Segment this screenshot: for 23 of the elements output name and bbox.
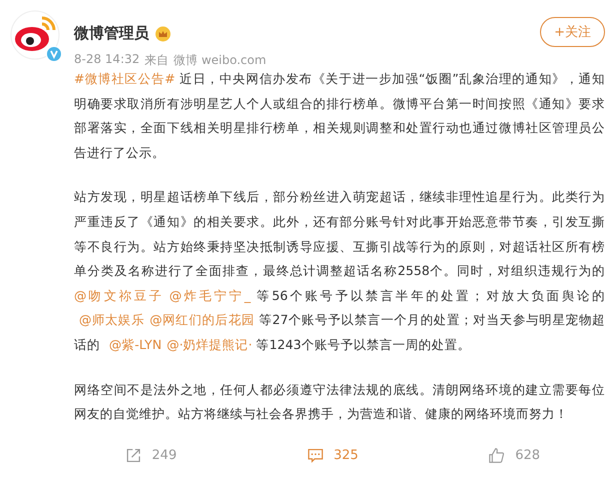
source-prefix: 来自 <box>144 52 169 69</box>
action-count: 628 <box>515 448 540 463</box>
author-name[interactable]: 微博管理员 <box>74 24 149 43</box>
post-source[interactable]: 微博 weibo.com <box>174 52 266 69</box>
crown-badge-icon <box>155 26 171 42</box>
link[interactable]: @炸毛宁宁_ <box>169 288 251 303</box>
post-paragraph: 站方发现，明星超话榜单下线后，部分粉丝进入萌宠超话，继续非理性追星行为。此类行为严重违反了《通知》的相关要求。此外，还有部分账号针对此事开始恶意带节奏，引发互撕等不良行为。站方始终秉持坚决抵制诱导应援、互撕引战等行为的原则，对超话社区所有榜单分类及名称进行了全面排查，最终总计调整超话名称2558个。同时，对组织违规行为的 @吻文祢豆子 @炸毛宁宁_ 等56个账号予以禁言半年的处置；对放大负面舆论的 @师太娱乐 @网红们的后花园 等27个账号予以禁言一个月的处置；对当天参与明星宠物超话的 @紫-LYN @·奶烊提熊记· 等1243个账号予以禁言一周的处置。 <box>74 188 605 354</box>
share-icon[interactable] <box>124 446 142 464</box>
link[interactable]: @·奶烊提熊记· <box>166 336 252 352</box>
post-time: 8-28 14:32 <box>74 52 140 68</box>
post-paragraph: #微博社区公告# 近日，中央网信办发布《关于进一步加强“饭圈”乱象治理的通知》，通知明确要求取消所有涉明星艺人个人或组合的排行榜单。微博平台第一时间按照《通知》要求部署落实，全面下线相关明星排行榜单，相关规则调整和处置行动也通过微博社区管理员公告进行了公示。 <box>74 70 605 162</box>
link[interactable]: @师太娱乐 <box>79 312 145 328</box>
action-count: 249 <box>152 448 177 463</box>
action-count: 325 <box>334 448 358 463</box>
comment-icon[interactable] <box>306 446 324 464</box>
follow-button[interactable]: +关注 <box>540 17 605 47</box>
post-paragraph: 网络空间不是法外之地，任何人都必须遵守法律法规的底线。清朗网络环境的建立需要每位网友的自觉维护。站方将继续与社会各界携手，为营造和谐、健康的网络环境而努力！ <box>74 380 605 424</box>
avatar-logo-icon[interactable] <box>10 10 60 60</box>
link[interactable]: @紫-LYN <box>109 336 162 352</box>
link[interactable]: #微博社区公告# <box>74 71 176 86</box>
link[interactable]: @吻文祢豆子 <box>74 288 164 303</box>
link[interactable]: @网红们的后花园 <box>150 312 255 328</box>
thumbs-up-icon[interactable] <box>488 446 506 464</box>
